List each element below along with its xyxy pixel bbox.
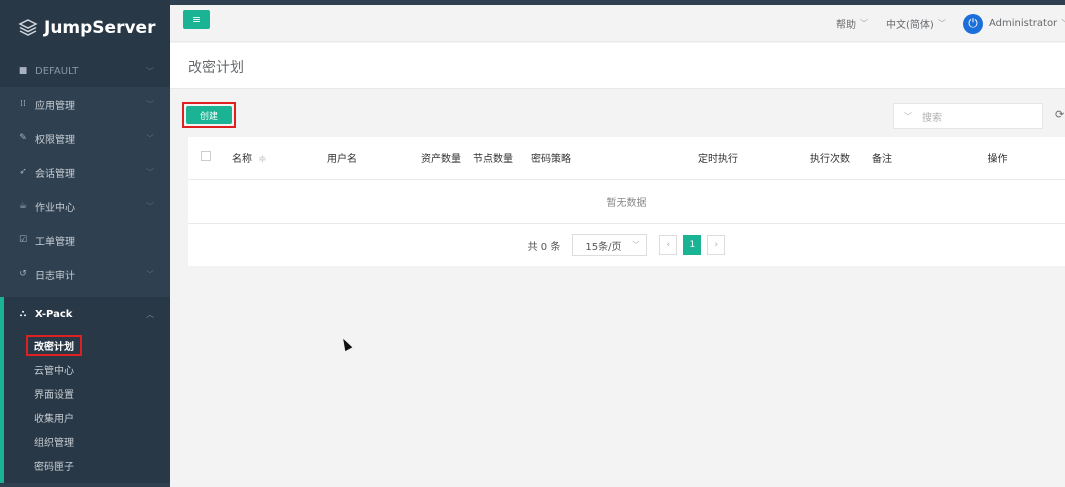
sidebar-subitem-org-management[interactable]: 组织管理 xyxy=(4,429,170,453)
sidebar-item-label: X-Pack xyxy=(35,308,73,320)
check-square-icon: ☑ xyxy=(18,235,28,245)
page-title: 改密计划 xyxy=(188,60,244,76)
subitem-label: 界面设置 xyxy=(34,389,74,401)
org-switcher[interactable]: ■ DEFAULT ﹀ xyxy=(0,55,170,87)
column-header-periodic: 定时执行 xyxy=(692,137,804,180)
sidebar-subitem-change-password-plan[interactable]: 改密计划 xyxy=(4,333,170,357)
sidebar-item-sessions[interactable]: ➶ 会话管理 ﹀ xyxy=(0,155,170,189)
sidebar: JumpServer ■ DEFAULT ﹀ ⁞⁞ 应用管理 ﹀ ✎ 权限管理 … xyxy=(0,0,170,487)
next-page-button[interactable]: › xyxy=(707,235,726,255)
column-header-name[interactable]: 名称 ≑ xyxy=(226,137,321,180)
sidebar-subitem-password-vault[interactable]: 密码匣子 xyxy=(4,453,170,477)
subitem-label: 密码匣子 xyxy=(34,461,74,473)
sidebar-item-apps[interactable]: ⁞⁞ 应用管理 ﹀ xyxy=(0,87,170,121)
sidebar-item-perms[interactable]: ✎ 权限管理 ﹀ xyxy=(0,121,170,155)
page-heading: 改密计划 xyxy=(170,43,1065,89)
sidebar-item-tickets[interactable]: ☑ 工单管理 xyxy=(0,223,170,257)
data-table: 名称 ≑ 用户名 资产数量 节点数量 密码策略 定时执行 执行次数 备注 操作 … xyxy=(188,137,1065,224)
language-menu[interactable]: 中文(简体) ﹀ xyxy=(886,5,946,42)
brand-name: JumpServer xyxy=(44,17,156,38)
sort-icon[interactable]: ≑ xyxy=(258,154,266,165)
subitem-label: 云管中心 xyxy=(34,365,74,377)
sidebar-item-label: 工单管理 xyxy=(35,236,75,248)
column-header-node-count: 节点数量 xyxy=(467,137,525,180)
select-all-checkbox[interactable] xyxy=(201,151,211,162)
subitem-label: 组织管理 xyxy=(34,437,74,449)
sidebar-item-jobs[interactable]: ☕ 作业中心 ﹀ xyxy=(0,189,170,223)
xpack-submenu: 改密计划 云管中心 界面设置 收集用户 组织管理 密码匣子 xyxy=(0,331,170,483)
rocket-icon: ➶ xyxy=(19,167,27,177)
jumpserver-logo-icon xyxy=(18,18,38,38)
chevron-down-icon: ﹀ xyxy=(146,201,154,211)
sidebar-item-label: 会话管理 xyxy=(35,168,75,180)
sidebar-item-label: 日志审计 xyxy=(35,270,75,282)
chevron-down-icon: ﹀ xyxy=(632,241,640,249)
sidebar-item-label: 权限管理 xyxy=(35,134,75,146)
search-placeholder: 搜索 xyxy=(922,112,942,124)
help-menu[interactable]: 帮助 ﹀ xyxy=(836,5,868,42)
total-count: 共 0 条 xyxy=(527,241,561,253)
mouse-cursor-icon xyxy=(339,336,353,352)
chevron-down-icon: ﹀ xyxy=(1061,18,1065,29)
search-box[interactable]: ﹀ 搜索 xyxy=(893,103,1043,129)
column-header-actions: 操作 xyxy=(930,137,1065,180)
chevron-down-icon: ﹀ xyxy=(937,19,946,28)
create-button[interactable]: 创建 xyxy=(186,106,232,124)
chevron-down-icon: ﹀ xyxy=(146,66,154,76)
chevron-down-icon: ﹀ xyxy=(146,133,154,143)
table-empty-row: 暂无数据 xyxy=(188,179,1065,224)
pagination: 共 0 条 15条/页 ﹀ ‹ 1 › xyxy=(188,224,1065,267)
empty-message: 暂无数据 xyxy=(188,179,1065,224)
sitemap-icon: ⛬ xyxy=(19,309,27,319)
table-header-row: 名称 ≑ 用户名 资产数量 节点数量 密码策略 定时执行 执行次数 备注 操作 xyxy=(188,137,1065,180)
prev-page-button[interactable]: ‹ xyxy=(659,235,678,255)
create-button-highlight: 创建 xyxy=(182,102,236,128)
subitem-label: 改密计划 xyxy=(34,341,74,353)
history-icon: ↺ xyxy=(19,269,27,279)
column-header-username: 用户名 xyxy=(321,137,415,180)
help-label: 帮助 xyxy=(836,20,856,31)
column-header-exec-count: 执行次数 xyxy=(804,137,866,180)
chevron-up-icon: ︿ xyxy=(146,309,154,319)
chevron-down-icon: ﹀ xyxy=(146,269,154,279)
sidebar-subitem-gathered-users[interactable]: 收集用户 xyxy=(4,405,170,429)
sidebar-item-label: 作业中心 xyxy=(35,202,75,214)
chevron-down-icon: ﹀ xyxy=(146,99,154,109)
org-label: DEFAULT xyxy=(35,65,79,77)
subitem-label: 收集用户 xyxy=(34,413,74,425)
user-menu[interactable]: ⏻ Administrator ﹀ xyxy=(963,5,1065,42)
highlight-box: 改密计划 xyxy=(26,334,82,356)
column-header-comment: 备注 xyxy=(866,137,930,180)
user-name: Administrator xyxy=(989,18,1058,29)
select-all-checkbox-cell xyxy=(188,137,226,180)
brand[interactable]: JumpServer xyxy=(0,0,170,55)
column-header-password-strategy: 密码策略 xyxy=(525,137,692,180)
page-size-select[interactable]: 15条/页 ﹀ xyxy=(572,234,648,256)
table-panel: 名称 ≑ 用户名 资产数量 节点数量 密码策略 定时执行 执行次数 备注 操作 … xyxy=(188,137,1065,266)
sidebar-item-xpack[interactable]: ⛬ X-Pack ︿ xyxy=(0,297,170,331)
refresh-icon[interactable]: ⟳ xyxy=(1055,108,1064,121)
menu-toggle-button[interactable]: ≡ xyxy=(183,10,210,29)
hamburger-icon: ≡ xyxy=(191,13,202,26)
avatar: ⏻ xyxy=(963,13,983,34)
coffee-icon: ☕ xyxy=(18,201,28,211)
chevron-down-icon: ﹀ xyxy=(860,19,868,28)
language-label: 中文(简体) xyxy=(886,20,934,31)
top-navbar: ≡ 帮助 ﹀ 中文(简体) ﹀ ⏻ Administrator ﹀ xyxy=(170,5,1065,42)
sidebar-item-label: 应用管理 xyxy=(35,100,75,112)
sidebar-subitem-cloud-center[interactable]: 云管中心 xyxy=(4,357,170,381)
bookmark-icon: ■ xyxy=(18,66,28,76)
column-header-asset-count: 资产数量 xyxy=(415,137,467,180)
edit-icon: ✎ xyxy=(19,133,27,143)
sidebar-item-audits[interactable]: ↺ 日志审计 ﹀ xyxy=(0,257,170,291)
chevron-down-icon: ﹀ xyxy=(146,167,154,177)
chevron-down-icon: ﹀ xyxy=(904,111,912,121)
page-button-current[interactable]: 1 xyxy=(683,235,702,255)
grid-icon: ⁞⁞ xyxy=(20,99,26,109)
sidebar-subitem-interface-settings[interactable]: 界面设置 xyxy=(4,381,170,405)
